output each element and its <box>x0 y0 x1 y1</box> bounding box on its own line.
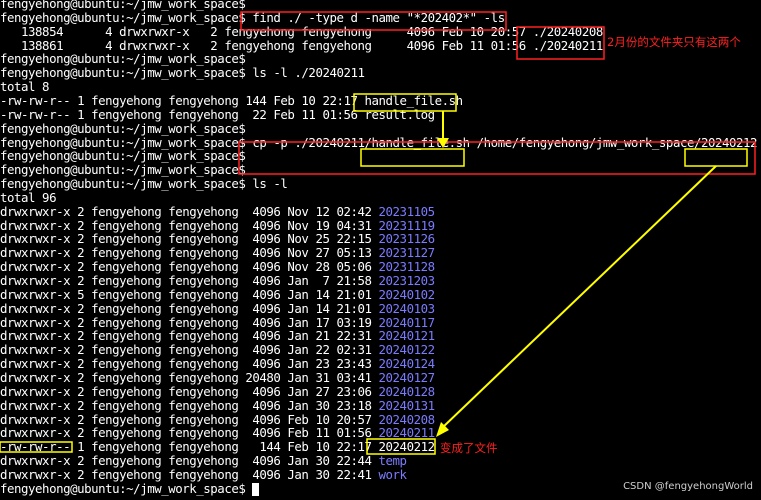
terminal-text: 138861 4 drwxrwxr-x 2 fengyehong fengyeh… <box>0 37 603 53</box>
terminal-text: drwxrwxr-x 2 fengyehong fengyehong 4096 … <box>0 300 379 316</box>
terminal-window[interactable]: fengyehong@ubuntu:~/jmw_work_space$ fengy… <box>0 0 761 500</box>
terminal-text: fengyehong@ubuntu:~/jmw_work_space$ find… <box>0 9 505 25</box>
terminal-text: fengyehong@ubuntu:~/jmw_work_space$ <box>0 120 246 136</box>
terminal-text: drwxrwxr-x 2 fengyehong fengyehong 4096 … <box>0 217 379 233</box>
terminal-text: -rw-rw-r-- 1 fengyehong fengyehong 144 F… <box>0 439 435 455</box>
terminal-text: -rw-rw-r-- 1 fengyehong fengyehong 22 Fe… <box>0 106 435 122</box>
watermark: CSDN @fengyehongWorld <box>623 481 753 492</box>
terminal-text: drwxrwxr-x 2 fengyehong fengyehong 4096 … <box>0 397 379 413</box>
terminal-text: fengyehong@ubuntu:~/jmw_work_space$ <box>0 162 246 178</box>
terminal-text: drwxrwxr-x 2 fengyehong fengyehong 4096 … <box>0 203 379 219</box>
terminal-text: drwxrwxr-x 2 fengyehong fengyehong 4096 … <box>0 411 379 427</box>
directory-name: 20231126 <box>378 231 436 247</box>
terminal-text: total 8 <box>0 79 50 95</box>
terminal-text: drwxrwxr-x 2 fengyehong fengyehong 4096 … <box>0 231 379 247</box>
directory-name: 20240102 <box>378 286 436 302</box>
directory-name: 20240122 <box>378 342 436 358</box>
terminal-text: drwxrwxr-x 2 fengyehong fengyehong 20480… <box>0 369 379 385</box>
directory-name: 20240103 <box>378 300 436 316</box>
annotation-became-file: 变成了文件 <box>440 441 498 455</box>
directory-name: 20240128 <box>378 383 436 399</box>
annotation-feb-dirs: 2月份的文件夹只有这两个 <box>607 35 741 49</box>
directory-name: 20231203 <box>378 273 436 288</box>
terminal-text: fengyehong@ubuntu:~/jmw_work_space$ cp -… <box>0 134 758 150</box>
terminal-text: drwxrwxr-x 2 fengyehong fengyehong 4096 … <box>0 259 379 275</box>
directory-name: temp <box>378 453 407 469</box>
terminal-text: 138854 4 drwxrwxr-x 2 fengyehong fengyeh… <box>0 23 603 39</box>
terminal-text: total 96 <box>0 189 57 205</box>
directory-name: work <box>378 466 407 482</box>
directory-name: 20240121 <box>378 328 436 344</box>
terminal-text: drwxrwxr-x 2 fengyehong fengyehong 4096 … <box>0 466 379 482</box>
directory-name: 20240131 <box>378 397 436 413</box>
directory-name: 20240117 <box>378 314 436 330</box>
terminal-line: fengyehong@ubuntu:~/jmw_work_space$ ls -… <box>0 66 365 80</box>
terminal-text: drwxrwxr-x 2 fengyehong fengyehong 4096 … <box>0 356 379 372</box>
terminal-text: fengyehong@ubuntu:~/jmw_work_space$ ls -… <box>0 65 365 81</box>
directory-name: 20231119 <box>378 217 436 233</box>
terminal-text: drwxrwxr-x 2 fengyehong fengyehong 4096 … <box>0 314 379 330</box>
terminal-text: drwxrwxr-x 2 fengyehong fengyehong 4096 … <box>0 245 379 261</box>
terminal-text: fengyehong@ubuntu:~/jmw_work_space$ <box>0 480 253 496</box>
terminal-text: drwxrwxr-x 2 fengyehong fengyehong 4096 … <box>0 383 379 399</box>
directory-name: 20231105 <box>378 203 436 219</box>
terminal-text: fengyehong@ubuntu:~/jmw_work_space$ ls -… <box>0 176 288 192</box>
directory-name: 20240124 <box>378 356 436 372</box>
terminal-text: drwxrwxr-x 2 fengyehong fengyehong 4096 … <box>0 425 379 441</box>
terminal-cursor[interactable] <box>252 482 260 496</box>
terminal-text: fengyehong@ubuntu:~/jmw_work_space$ <box>0 51 246 67</box>
directory-name: 20240211 <box>378 425 436 441</box>
directory-name: 20240208 <box>378 411 436 427</box>
terminal-text: drwxrwxr-x 2 fengyehong fengyehong 4096 … <box>0 342 379 358</box>
directory-name: 20231128 <box>378 259 436 275</box>
terminal-text: drwxrwxr-x 5 fengyehong fengyehong 4096 … <box>0 286 379 302</box>
terminal-text: -rw-rw-r-- 1 fengyehong fengyehong 144 F… <box>0 92 463 108</box>
terminal-text: drwxrwxr-x 2 fengyehong fengyehong 4096 … <box>0 273 379 288</box>
terminal-text: fengyehong@ubuntu:~/jmw_work_space$ <box>0 148 246 164</box>
directory-name: 20240127 <box>378 369 436 385</box>
directory-name: 20231127 <box>378 245 436 261</box>
terminal-text: drwxrwxr-x 2 fengyehong fengyehong 4096 … <box>0 328 379 344</box>
terminal-line: fengyehong@ubuntu:~/jmw_work_space$ <box>0 480 260 496</box>
terminal-text: drwxrwxr-x 2 fengyehong fengyehong 4096 … <box>0 453 379 469</box>
